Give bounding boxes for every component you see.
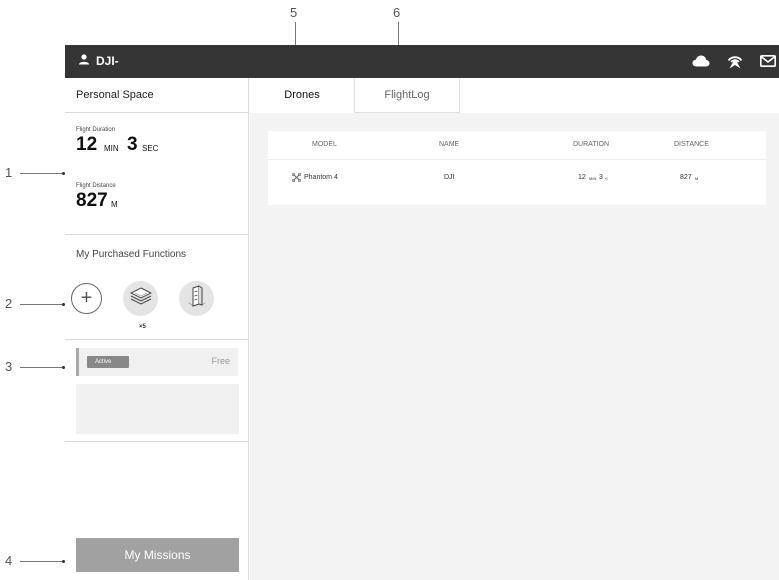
top-bar: DJI- — [65, 45, 779, 78]
tab-flightlog[interactable]: FlightLog — [355, 78, 460, 113]
table-divider — [268, 159, 766, 160]
column-header-duration: DURATION — [573, 141, 610, 148]
drones-table: MODEL NAME DURATION DISTANCE Phantom 4 D… — [268, 131, 766, 205]
function-count: ×5 — [139, 324, 146, 330]
cell-distance-unit: M — [695, 176, 699, 181]
callout-number-1: 1 — [5, 165, 13, 180]
flight-duration-minutes: 12 — [76, 134, 98, 155]
column-header-model: MODEL — [312, 141, 337, 148]
cell-duration-min-unit: MIN — [589, 176, 597, 181]
flight-duration-sec-unit: SEC — [142, 144, 159, 153]
signal-icon[interactable] — [725, 52, 745, 69]
callout-number-6: 6 — [393, 5, 401, 20]
function-layers[interactable] — [123, 281, 158, 316]
building-icon — [187, 285, 207, 312]
app-window: DJI- Personal Space Flight Duration 12 M… — [65, 45, 779, 580]
cell-distance: 827 — [680, 174, 692, 181]
flight-distance-unit: M — [111, 200, 118, 209]
free-label: Free — [211, 356, 230, 366]
top-bar-icons — [691, 52, 779, 69]
tab-drones[interactable]: Drones — [250, 78, 355, 113]
sidebar: Personal Space Flight Duration 12 MIN 3 … — [65, 78, 249, 580]
active-plan-row[interactable]: Active Free — [76, 348, 238, 376]
user-account[interactable]: DJI- — [78, 54, 119, 68]
tab-bar: Drones FlightLog — [250, 78, 779, 113]
function-building[interactable] — [179, 281, 214, 316]
main-content: Drones FlightLog MODEL NAME DURATION DIS… — [250, 78, 779, 580]
callout-line — [20, 173, 63, 174]
flight-duration-min-unit: MIN — [104, 144, 119, 153]
callout-line — [20, 304, 63, 305]
mission-status-panel: Active Free — [65, 340, 249, 442]
callout-line — [20, 561, 63, 562]
cell-duration-min: 12 — [578, 174, 586, 181]
flight-stats-panel: Flight Duration 12 MIN 3 SEC Flight Dist… — [65, 113, 249, 235]
mail-icon[interactable] — [759, 54, 777, 67]
user-icon — [78, 54, 90, 68]
username: DJI- — [96, 54, 119, 68]
drone-icon — [291, 172, 302, 184]
callout-number-3: 3 — [5, 359, 13, 374]
flight-duration-seconds: 3 — [127, 134, 138, 155]
my-missions-button[interactable]: My Missions — [76, 538, 239, 572]
purchased-functions-panel: My Purchased Functions + ×5 — [65, 235, 249, 340]
column-header-distance: DISTANCE — [674, 141, 709, 148]
flight-distance-label: Flight Distance — [76, 183, 116, 189]
cell-model: Phantom 4 — [304, 174, 338, 181]
mission-placeholder-box — [76, 384, 239, 434]
callout-number-4: 4 — [5, 553, 13, 568]
cell-duration-sec-unit: S — [605, 176, 608, 181]
callout-number-2: 2 — [5, 296, 13, 311]
callout-line — [20, 367, 63, 368]
cell-duration-sec: 3 — [599, 174, 603, 181]
cell-name: DJI — [444, 174, 455, 181]
purchased-functions-title: My Purchased Functions — [76, 249, 187, 260]
active-badge: Active — [87, 356, 129, 368]
plus-icon: + — [80, 287, 93, 309]
add-function-button[interactable]: + — [71, 283, 102, 314]
flight-duration-label: Flight Duration — [76, 127, 116, 133]
cloud-icon[interactable] — [691, 55, 711, 67]
callout-number-5: 5 — [290, 5, 298, 20]
layers-icon — [129, 287, 152, 310]
flight-distance-value: 827 — [76, 190, 108, 211]
personal-space-title: Personal Space — [65, 78, 248, 113]
column-header-name: NAME — [439, 141, 460, 148]
